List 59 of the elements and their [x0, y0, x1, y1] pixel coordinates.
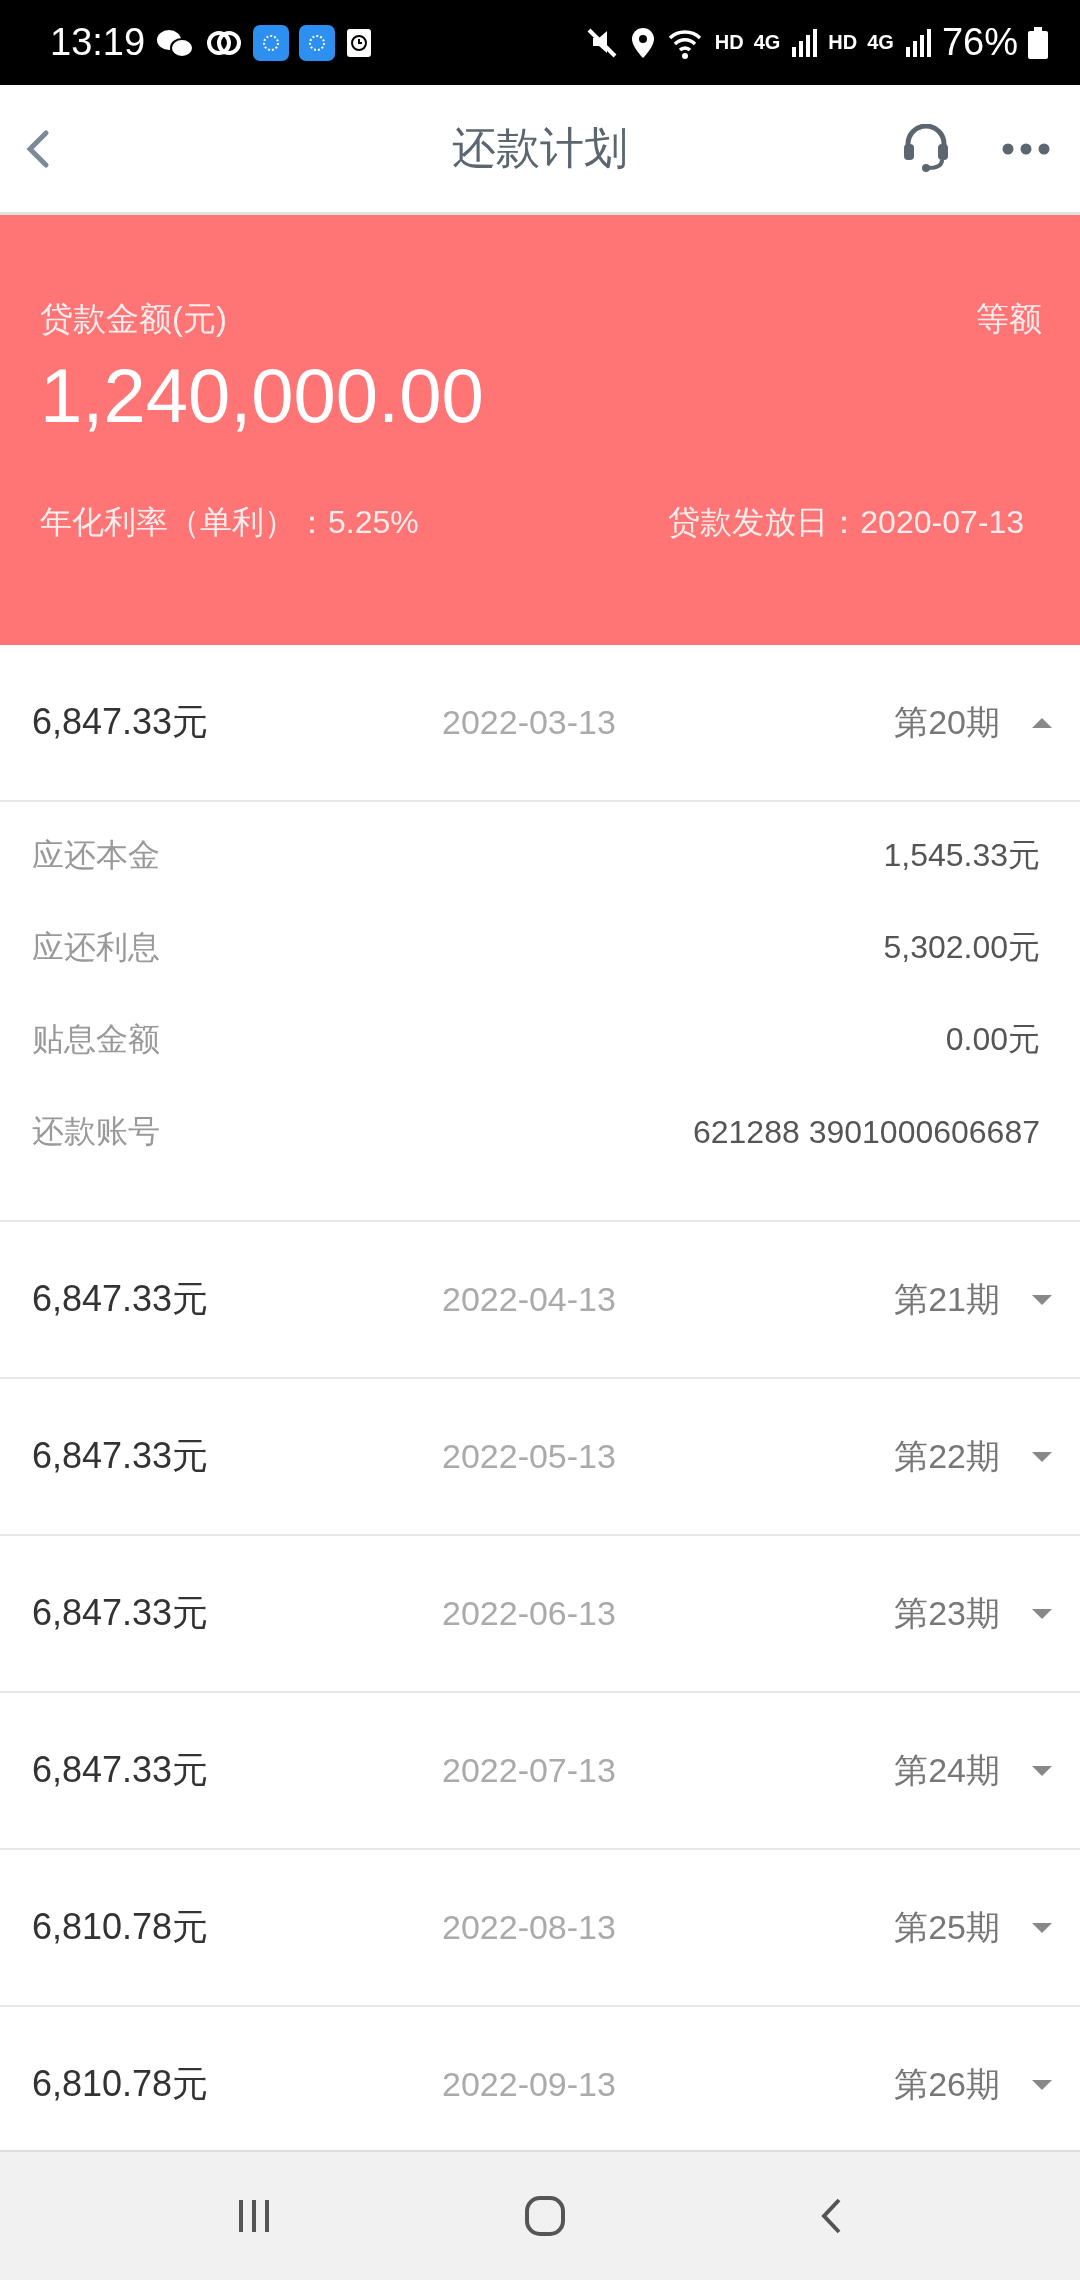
- clock: 13:19: [50, 21, 146, 64]
- battery-level: 76%: [941, 21, 1018, 64]
- detail-value: 1,545.33元: [883, 836, 1040, 875]
- installment-amount: 6,810.78元: [32, 2062, 210, 2106]
- network-label: 4G: [753, 31, 781, 54]
- home-icon: [524, 2195, 566, 2237]
- due-date: 2022-09-13: [442, 2065, 617, 2104]
- network-label: 4G: [867, 31, 894, 54]
- signal-icon: [903, 26, 932, 59]
- due-date: 2022-06-13: [442, 1594, 617, 1633]
- period-number: 第22期: [894, 1435, 1000, 1477]
- amount-label: 贷款金额(元): [40, 299, 227, 339]
- support-button[interactable]: [902, 123, 950, 174]
- period-number: 第26期: [894, 2063, 1000, 2105]
- more-icon: [1002, 142, 1050, 155]
- headset-icon: [902, 123, 950, 174]
- due-date: 2022-03-13: [442, 703, 617, 742]
- due-date: 2022-05-13: [442, 1437, 617, 1476]
- period-number: 第25期: [894, 1906, 1000, 1948]
- period-number: 第24期: [894, 1749, 1000, 1791]
- installment-row[interactable]: 6,810.78元 2022-08-13 第25期: [0, 1850, 1080, 2007]
- installment-amount: 6,810.78元: [32, 1905, 210, 1949]
- loan-amount: 1,240,000.00: [40, 352, 485, 439]
- detail-label: 贴息金额: [32, 1020, 160, 1059]
- app-icon: [299, 24, 336, 61]
- period-number: 第23期: [894, 1592, 1000, 1634]
- repayment-method: 等额: [976, 299, 1042, 339]
- detail-value: 0.00元: [945, 1020, 1040, 1059]
- due-date: 2022-07-13: [442, 1751, 617, 1790]
- detail-label: 应还利息: [32, 928, 160, 967]
- installment-row[interactable]: 6,847.33元 2022-03-13 第20期: [0, 645, 1080, 802]
- detail-value: 5,302.00元: [883, 928, 1040, 967]
- page-title: 还款计划: [452, 122, 628, 174]
- installment-row[interactable]: 6,847.33元 2022-05-13 第22期: [0, 1379, 1080, 1536]
- installment-amount: 6,847.33元: [32, 700, 210, 744]
- app-icon: [253, 24, 290, 61]
- interest-rate: 年化利率（单利）：5.25%: [40, 503, 419, 542]
- installment-amount: 6,847.33元: [32, 1591, 210, 1635]
- period-number: 第21期: [894, 1278, 1000, 1320]
- due-date: 2022-08-13: [442, 1908, 617, 1947]
- battery-icon: [1028, 26, 1048, 59]
- installment-amount: 6,847.33元: [32, 1277, 210, 1321]
- period-number: 第20期: [894, 701, 1000, 743]
- detail-label: 应还本金: [32, 836, 160, 875]
- clock-app-icon: [345, 26, 374, 59]
- installment-row[interactable]: 6,847.33元 2022-04-13 第21期: [0, 1222, 1080, 1379]
- due-date: 2022-04-13: [442, 1280, 617, 1319]
- installment-amount: 6,847.33元: [32, 1748, 210, 1792]
- signal-icon: [790, 26, 819, 59]
- detail-value: 621288 3901000606687: [692, 1113, 1040, 1151]
- issue-date: 贷款发放日：2020-07-13: [668, 503, 1024, 542]
- recent-apps-icon: [236, 2198, 271, 2234]
- more-button[interactable]: [1002, 142, 1050, 155]
- installment-row[interactable]: 6,847.33元 2022-06-13 第23期: [0, 1536, 1080, 1693]
- network-label: HD: [714, 31, 744, 54]
- installment-amount: 6,847.33元: [32, 1434, 210, 1478]
- network-label: HD: [828, 31, 858, 54]
- detail-label: 还款账号: [32, 1112, 160, 1151]
- installment-row[interactable]: 6,847.33元 2022-07-13 第24期: [0, 1693, 1080, 1850]
